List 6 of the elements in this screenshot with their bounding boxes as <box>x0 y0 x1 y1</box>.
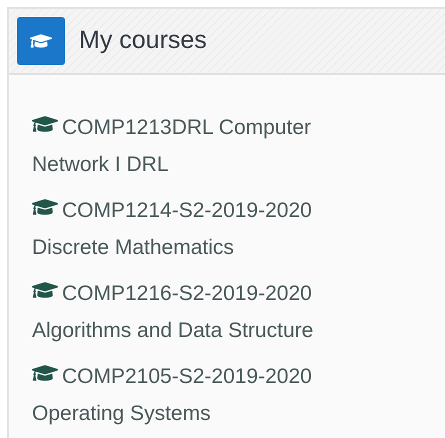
course-link[interactable]: COMP2105-S2-2019-2020 Operating Systems <box>32 358 362 432</box>
course-link[interactable]: COMP1213DRL Computer Network I DRL <box>32 109 362 183</box>
graduation-cap-icon <box>17 17 65 65</box>
course-link[interactable]: COMP1216-S2-2019-2020 Algorithms and Data Structure <box>32 275 362 349</box>
course-link[interactable]: COMP1214-S2-2019-2020 Discrete Mathematics <box>32 192 362 266</box>
block-title: My courses <box>79 25 207 56</box>
